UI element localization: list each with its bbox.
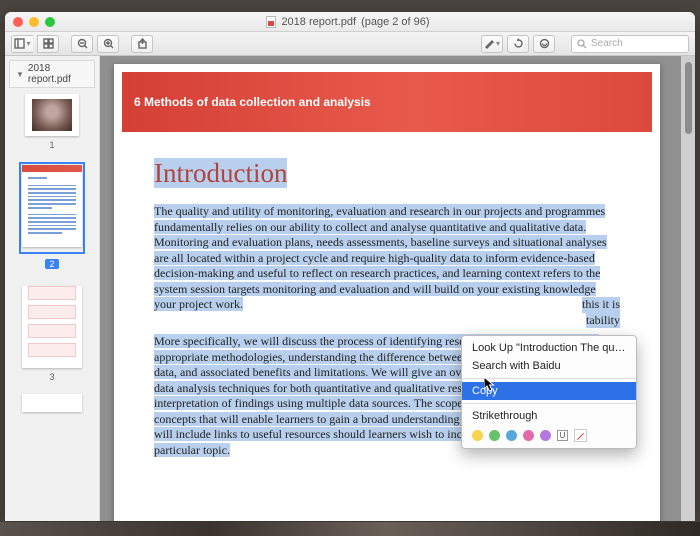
thumbnail-page-2[interactable] [22, 165, 82, 247]
heading-introduction: Introduction [154, 158, 287, 188]
view-mode-button[interactable] [37, 35, 59, 53]
search-field[interactable]: Search [571, 35, 689, 53]
window-controls [13, 17, 55, 27]
document-viewer[interactable]: 6 Methods of data collection and analysi… [100, 56, 695, 521]
markup-toolbar-icon [539, 38, 550, 49]
markup-button[interactable] [533, 35, 555, 53]
page-canvas[interactable]: 6 Methods of data collection and analysi… [114, 64, 660, 521]
vertical-scrollbar[interactable] [681, 56, 695, 521]
page-indicator: (page 2 of 96) [361, 16, 430, 28]
page-number-3: 3 [5, 372, 99, 382]
section-header-band: 6 Methods of data collection and analysi… [122, 72, 652, 132]
highlight-blue-icon[interactable] [506, 430, 517, 441]
paragraph-1[interactable]: The quality and utility of monitoring, e… [154, 204, 620, 328]
sidebar-tab-label: 2018 report.pdf [28, 63, 88, 85]
toolbar: ▾ ▾ Search [5, 32, 695, 56]
thumbnail-page-4[interactable] [22, 394, 82, 412]
sidebar-icon [14, 38, 25, 49]
pdf-file-icon [266, 16, 276, 28]
context-menu: Look Up "Introduction The quality..." Se… [461, 335, 637, 449]
view-sidebar-button[interactable]: ▾ [11, 35, 33, 53]
grid-icon [43, 38, 54, 49]
menu-separator [462, 378, 636, 379]
menu-separator [462, 403, 636, 404]
highlight-icon [484, 38, 495, 49]
titlebar[interactable]: 2018 report.pdf (page 2 of 96) [5, 12, 695, 32]
scrollbar-thumb[interactable] [685, 62, 692, 134]
rotate-icon [513, 38, 524, 49]
page-number-1: 1 [5, 140, 99, 150]
desktop-background [0, 522, 700, 536]
menu-item-search-baidu[interactable]: Search with Baidu [462, 357, 636, 375]
highlight-button[interactable]: ▾ [481, 35, 503, 53]
highlight-yellow-icon[interactable] [472, 430, 483, 441]
rotate-button[interactable] [507, 35, 529, 53]
zoom-out-button[interactable] [71, 35, 93, 53]
thumbnail-sidebar[interactable]: ▼ 2018 report.pdf 1 [5, 56, 100, 521]
zoom-out-icon [77, 38, 88, 49]
share-icon [137, 38, 148, 49]
page-number-2: 2 [45, 259, 58, 269]
highlight-green-icon[interactable] [489, 430, 500, 441]
window-title: 2018 report.pdf (page 2 of 96) [55, 16, 641, 28]
section-header-text: 6 Methods of data collection and analysi… [134, 95, 371, 109]
thumbnail-page-3[interactable] [22, 286, 82, 368]
preview-window: 2018 report.pdf (page 2 of 96) ▾ ▾ [5, 12, 695, 521]
zoom-window-icon[interactable] [45, 17, 55, 27]
highlight-pink-icon[interactable] [523, 430, 534, 441]
close-window-icon[interactable] [13, 17, 23, 27]
document-name: 2018 report.pdf [281, 16, 356, 28]
menu-item-lookup[interactable]: Look Up "Introduction The quality..." [462, 339, 636, 357]
zoom-in-button[interactable] [97, 35, 119, 53]
menu-item-copy[interactable]: Copy [462, 382, 636, 400]
share-button[interactable] [131, 35, 153, 53]
underline-icon[interactable]: U [557, 430, 568, 441]
search-icon [577, 39, 587, 49]
sidebar-document-tab[interactable]: ▼ 2018 report.pdf [9, 60, 95, 88]
remove-highlight-icon[interactable] [574, 429, 587, 442]
menu-item-strikethrough[interactable]: Strikethrough [462, 407, 636, 425]
chevron-down-icon: ▾ [496, 39, 500, 48]
zoom-in-icon [103, 38, 114, 49]
search-placeholder: Search [591, 38, 623, 49]
menu-highlight-colors: U [462, 425, 636, 445]
highlight-purple-icon[interactable] [540, 430, 551, 441]
thumbnail-page-1[interactable] [25, 94, 79, 136]
chevron-down-icon: ▾ [26, 39, 30, 48]
minimize-window-icon[interactable] [29, 17, 39, 27]
disclosure-triangle-icon[interactable]: ▼ [16, 70, 24, 79]
